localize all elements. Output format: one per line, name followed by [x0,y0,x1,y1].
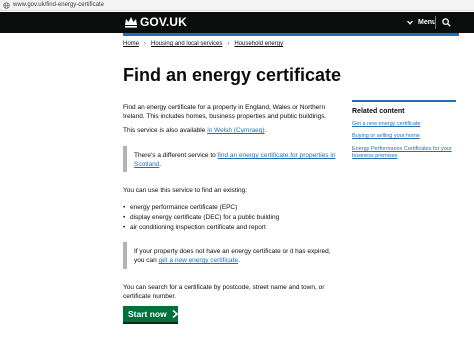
related-content-bar [352,100,456,102]
scotland-inset: There’s a different service to find an e… [123,146,338,172]
scotland-suffix: . [159,161,162,168]
crown-icon [125,17,137,28]
related-link-item: Get a new energy certificate [352,121,460,128]
related-content-title: Related content [352,108,405,115]
breadcrumb-housing[interactable]: Housing and local services [151,40,222,48]
welsh-suffix: . [264,127,267,134]
menu-button[interactable]: Menu [407,16,436,29]
intro-text: Find an energy certificate for a propert… [123,104,327,120]
breadcrumb-household-energy[interactable]: Household energy [234,40,283,48]
chevron-down-icon [407,20,413,25]
header-divider [435,16,436,29]
certificate-type-list: energy performance certificate (EPC) dis… [123,203,279,233]
get-new-certificate-link[interactable]: get a new energy certificate [159,257,239,264]
search-icon [442,18,451,27]
welsh-link[interactable]: in Welsh (Cymraeg) [207,127,264,134]
start-now-label: Start now [128,309,167,319]
govuk-logo[interactable]: GOV.UK [140,14,187,31]
breadcrumb-home[interactable]: Home [123,40,139,48]
globe-icon [3,2,10,9]
header-accent-bar [123,33,459,36]
breadcrumb: Home › Housing and local services › Hous… [123,40,283,48]
welsh-service-text: This service is also available in Welsh … [123,126,338,135]
welsh-prefix: This service is also available [123,127,208,134]
list-item: energy performance certificate (EPC) [123,203,279,213]
expired-suffix: . [238,257,240,264]
related-link-item: Buying or selling your home [352,133,460,140]
scotland-prefix: There’s a different service to [134,152,218,159]
start-now-button[interactable]: Start now [123,306,178,322]
related-link-get-new-certificate[interactable]: Get a new energy certificate [352,121,420,127]
address-url: www.gov.uk/find-energy-certificate [13,2,104,8]
related-link-buying-selling[interactable]: Buying or selling your home [352,133,420,139]
browser-address-bar[interactable]: www.gov.uk/find-energy-certificate [0,0,474,11]
site-header: GOV.UK Menu [0,12,474,33]
expired-inset: If your property does not have an energy… [123,242,338,269]
page-title: Find an energy certificate [123,65,342,85]
use-intro-text: You can use this service to find an exis… [123,187,248,194]
related-link-item: Energy Performance Certificates for your… [352,146,460,160]
search-button[interactable] [440,16,453,29]
search-info-text: You can search for a certificate by post… [123,284,325,300]
list-item: air conditioning inspection certificate … [123,223,279,233]
chevron-right-icon: › [227,41,230,47]
list-item: display energy certificate (DEC) for a p… [123,213,279,223]
chevron-right-icon: › [144,41,147,47]
related-link-business-epc[interactable]: Energy Performance Certificates for your… [352,146,452,159]
menu-button-label: Menu [418,19,437,26]
arrow-right-icon [172,310,178,318]
